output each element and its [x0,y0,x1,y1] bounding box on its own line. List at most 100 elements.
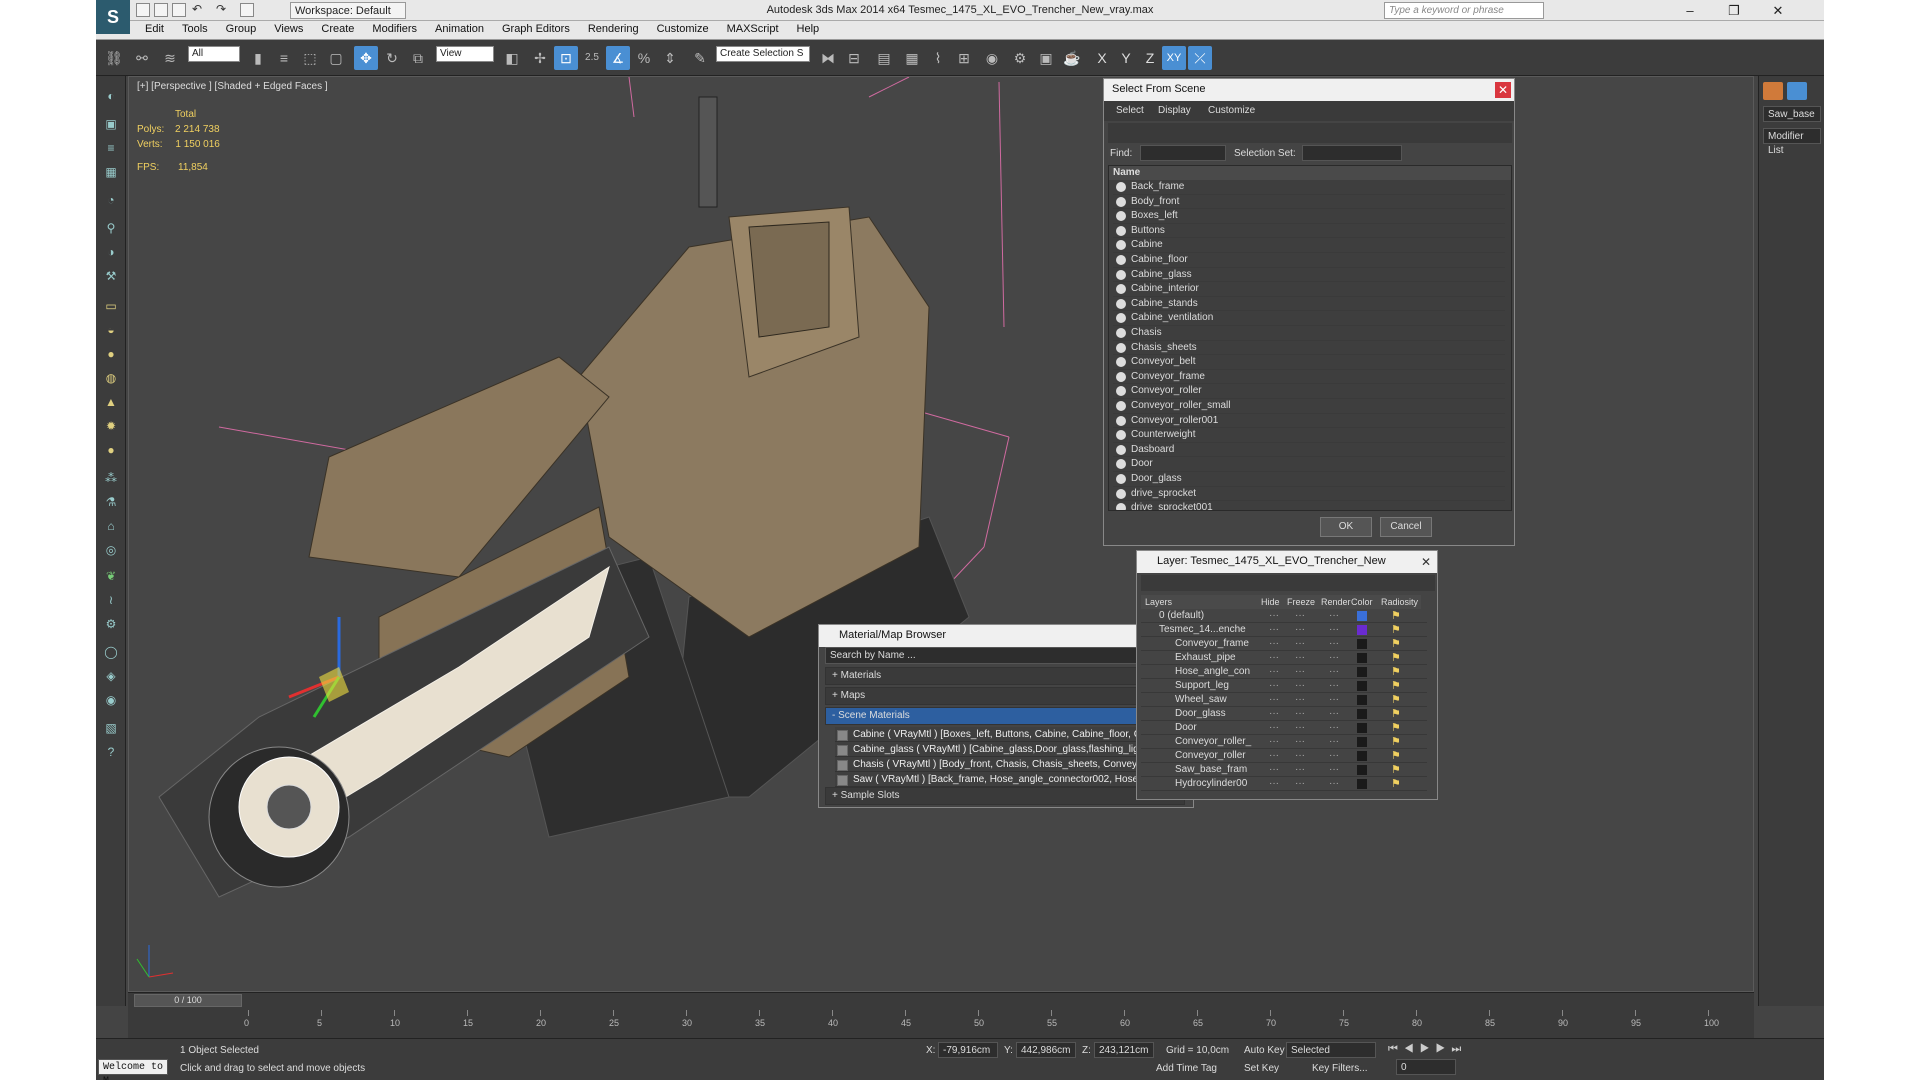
material-editor-icon[interactable]: ◉ [980,46,1004,70]
select-rotate-icon[interactable]: ↻ [380,46,404,70]
hide-toggle[interactable]: ··· [1267,679,1281,693]
radiosity-icon[interactable]: ⚑ [1391,624,1403,636]
globe-icon[interactable]: ◎ [101,540,121,560]
freeze-toggle[interactable]: ··· [1293,693,1307,707]
scene-material-item[interactable]: Chasis ( VRayMtl ) [Body_front, Chasis, … [835,757,1185,772]
current-frame-field[interactable]: 0 [1396,1059,1456,1075]
col-render[interactable]: Render [1321,597,1351,607]
object-list-item[interactable]: Conveyor_roller_small [1113,399,1505,414]
close-icon[interactable]: ✕ [1495,82,1511,98]
minimize-icon[interactable]: – [1676,2,1704,19]
axis-xy-button[interactable]: XY [1162,46,1186,70]
hide-toggle[interactable]: ··· [1267,777,1281,791]
playback-controls[interactable]: ⏮◀▶▶⏭ [1388,1043,1538,1057]
cone-primitive-icon[interactable]: ▲ [101,392,121,412]
object-list-item[interactable]: Door_glass [1113,472,1505,487]
freeze-toggle[interactable]: ··· [1293,749,1307,763]
close-icon[interactable]: ✕ [1764,2,1792,19]
render-toggle[interactable]: ··· [1327,693,1341,707]
object-list-item[interactable]: Cabine [1113,238,1505,253]
menu-graph-editors[interactable]: Graph Editors [493,21,579,37]
menu-maxscript[interactable]: MAXScript [718,21,788,37]
radiosity-icon[interactable]: ⚑ [1391,708,1403,720]
layer-row[interactable]: 0 (default) ··· ··· ··· ⚑ [1141,609,1427,623]
render-toggle[interactable]: ··· [1327,623,1341,637]
hide-toggle[interactable]: ··· [1267,763,1281,777]
freeze-toggle[interactable]: ··· [1293,609,1307,623]
freeze-toggle[interactable]: ··· [1293,623,1307,637]
time-slider-thumb[interactable]: 0 / 100 [134,994,242,1007]
project-folder-icon[interactable] [240,3,254,17]
layer-color-swatch[interactable] [1357,639,1367,649]
dynamics-icon[interactable]: ⚗ [101,492,121,512]
object-list-item[interactable]: Chasis [1113,326,1505,341]
camera-tool-icon[interactable]: ◔ [101,190,121,210]
render-toggle[interactable]: ··· [1327,665,1341,679]
pivot-center-icon[interactable]: ◧ [500,46,524,70]
menu-edit[interactable]: Edit [136,21,173,37]
render-toggle[interactable]: ··· [1327,609,1341,623]
name-column-header[interactable]: Name [1109,166,1511,180]
layer-row[interactable]: Support_leg ··· ··· ··· ⚑ [1141,679,1427,693]
scene-material-item[interactable]: Saw ( VRayMtl ) [Back_frame, Hose_angle_… [835,772,1185,787]
select-move-icon[interactable]: ✥ [354,46,378,70]
z-coordinate[interactable]: 243,121cm [1094,1042,1154,1058]
list-tool-icon[interactable]: ≡ [101,138,121,158]
selection-filter-dropdown[interactable]: All [188,46,240,62]
close-icon[interactable]: ✕ [1418,554,1434,570]
render-toggle[interactable]: ··· [1327,679,1341,693]
radiosity-icon[interactable]: ⚑ [1391,652,1403,664]
foliage-icon[interactable]: ❦ [101,566,121,586]
col-layers[interactable]: Layers [1145,597,1172,607]
hide-toggle[interactable]: ··· [1267,707,1281,721]
motion-tool-icon[interactable]: ◑ [101,242,121,262]
layer-row[interactable]: Hydrocylinder00 ··· ··· ··· ⚑ [1141,777,1427,791]
col-radiosity[interactable]: Radiosity [1381,597,1418,607]
new-file-icon[interactable] [136,3,150,17]
radiosity-icon[interactable]: ⚑ [1391,680,1403,692]
object-list-item[interactable]: Dasboard [1113,443,1505,458]
layer-color-swatch[interactable] [1357,611,1367,621]
scene-materials-category[interactable]: - Scene Materials [825,707,1185,725]
layer-row[interactable]: Door ··· ··· ··· ⚑ [1141,721,1427,735]
freeze-toggle[interactable]: ··· [1293,637,1307,651]
menu-customize[interactable]: Customize [1208,105,1255,116]
object-list-item[interactable]: Counterweight [1113,428,1505,443]
hide-toggle[interactable]: ··· [1267,735,1281,749]
sample-slots-category[interactable]: + Sample Slots [825,787,1185,805]
materials-category[interactable]: + Materials [825,667,1185,685]
layer-row[interactable]: Exhaust_pipe ··· ··· ··· ⚑ [1141,651,1427,665]
object-list-item[interactable]: Cabine_ventilation [1113,311,1505,326]
bind-spacewarp-icon[interactable]: ≋ [158,46,182,70]
hide-toggle[interactable]: ··· [1267,623,1281,637]
render-toggle[interactable]: ··· [1327,763,1341,777]
render-toggle[interactable]: ··· [1327,721,1341,735]
percent-snap-icon[interactable]: % [632,46,656,70]
scene-icon[interactable]: ◉ [101,690,121,710]
render-toggle[interactable]: ··· [1327,735,1341,749]
viewport-tool-icon[interactable]: ◐ [101,86,121,106]
layer-row[interactable]: Saw_base_fram ··· ··· ··· ⚑ [1141,763,1427,777]
menu-views[interactable]: Views [265,21,312,37]
cancel-button[interactable]: Cancel [1380,517,1432,537]
sphere-helper-icon[interactable]: ◯ [101,642,121,662]
edit-named-selections-icon[interactable]: ✎ [688,46,712,70]
layer-row[interactable]: Door_glass ··· ··· ··· ⚑ [1141,707,1427,721]
render-production-icon[interactable]: ☕ [1060,46,1084,70]
box-primitive-icon[interactable]: ▭ [101,296,121,316]
set-key-button[interactable]: Set Key [1244,1063,1279,1074]
object-list-item[interactable]: Cabine_interior [1113,282,1505,297]
freeze-toggle[interactable]: ··· [1293,707,1307,721]
graphite-ribbon-icon[interactable]: ▦ [900,46,924,70]
spinner-snap-icon[interactable]: ⇕ [658,46,682,70]
keyboard-shortcut-override-icon[interactable]: ⊡ [554,46,578,70]
hide-toggle[interactable]: ··· [1267,749,1281,763]
menu-modifiers[interactable]: Modifiers [363,21,426,37]
add-time-tag[interactable]: Add Time Tag [1156,1063,1217,1074]
rendered-frame-window-icon[interactable]: ▣ [1034,46,1058,70]
modifier-list-dropdown[interactable]: Modifier List [1763,128,1821,156]
grid-tool-icon[interactable]: ▦ [101,162,121,182]
freeze-toggle[interactable]: ··· [1293,735,1307,749]
select-scale-icon[interactable]: ⧉ [406,46,430,70]
window-crossing-icon[interactable]: ▢ [324,46,348,70]
